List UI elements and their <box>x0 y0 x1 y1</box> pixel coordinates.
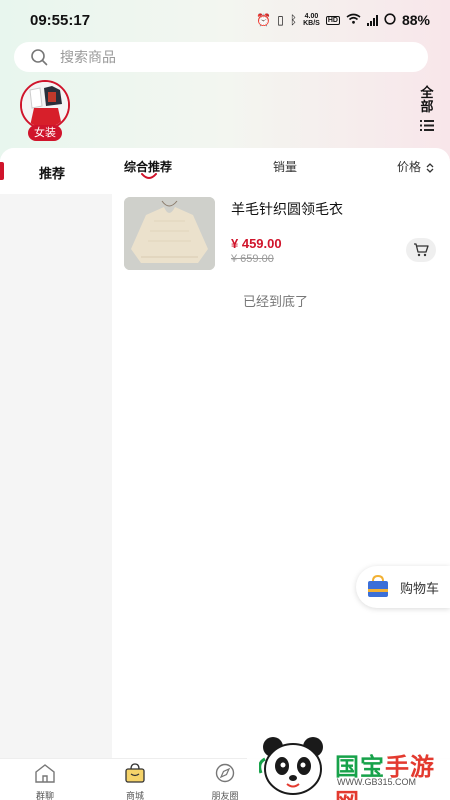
watermark-url: WWW.GB315.COM <box>337 777 417 787</box>
all-label-2: 部 <box>420 99 434 114</box>
watermark-brand: 国宝手游网 <box>335 747 450 800</box>
hd-badge: HD <box>325 15 340 25</box>
alarm-icon: ⏰ <box>256 13 272 27</box>
signal-icon <box>366 14 378 26</box>
category-womens-label[interactable]: 女装 <box>28 125 62 141</box>
tab-price[interactable]: 价格 <box>397 158 434 175</box>
search-icon <box>30 48 48 66</box>
product-title[interactable]: 羊毛针织圆领毛衣 <box>231 199 343 219</box>
sidebar <box>0 148 112 760</box>
watermark: 国宝手游网 WWW.GB315.COM <box>247 725 450 800</box>
shopping-basket-icon <box>368 575 388 597</box>
product-original-price: ¥ 659.00 <box>231 253 274 265</box>
cart-icon <box>414 243 429 257</box>
house-icon <box>35 764 55 783</box>
search-bar[interactable] <box>14 42 428 72</box>
bluetooth-icon: ᛒ <box>289 13 298 27</box>
status-icons: ⏰ ▯ ᛒ 4.00 KB/S HD 88% <box>256 12 430 28</box>
all-categories-button[interactable]: 全 部 <box>418 86 436 136</box>
end-of-list-message: 已经到底了 <box>243 294 309 309</box>
shop-bag-icon <box>125 763 145 783</box>
add-to-cart-button[interactable] <box>406 238 436 262</box>
battery-percent: 88% <box>401 12 430 28</box>
all-label-1: 全 <box>420 85 434 100</box>
network-speed: 4.00 KB/S <box>303 13 320 27</box>
nav-group-chat[interactable]: 群聊 <box>15 763 75 800</box>
wifi-icon <box>346 13 361 27</box>
floating-cart-button[interactable]: 购物车 <box>356 566 450 608</box>
sidebar-active-indicator <box>0 162 4 180</box>
status-bar: 09:55:17 ⏰ ▯ ᛒ 4.00 KB/S HD 88% <box>0 0 450 40</box>
product-image[interactable] <box>124 197 215 270</box>
nav-group-chat-label: 群聊 <box>35 791 54 800</box>
compass-icon <box>215 763 235 783</box>
vibrate-icon: ▯ <box>277 13 284 27</box>
status-time: 09:55:17 <box>30 12 91 29</box>
panda-logo-icon <box>259 737 323 795</box>
nav-mall-label: 商城 <box>125 791 144 800</box>
network-speed-unit: KB/S <box>303 20 320 27</box>
list-menu-icon <box>418 118 436 136</box>
active-tab-indicator <box>141 173 157 179</box>
product-price: ¥ 459.00 <box>231 236 282 251</box>
tab-price-label: 价格 <box>397 160 422 174</box>
nav-moments[interactable]: 朋友圈 <box>195 763 255 800</box>
battery-icon <box>384 12 396 28</box>
nav-mall[interactable]: 商城 <box>105 763 165 800</box>
nav-moments-label: 朋友圈 <box>211 791 239 800</box>
tab-sales[interactable]: 销量 <box>273 158 297 175</box>
network-speed-value: 4.00 <box>304 13 319 20</box>
sort-arrows-icon <box>426 162 434 173</box>
floating-cart-label: 购物车 <box>400 580 440 596</box>
search-input[interactable] <box>60 49 400 65</box>
sidebar-item-label[interactable]: 推荐 <box>39 163 65 182</box>
category-womens-image[interactable] <box>20 80 70 130</box>
